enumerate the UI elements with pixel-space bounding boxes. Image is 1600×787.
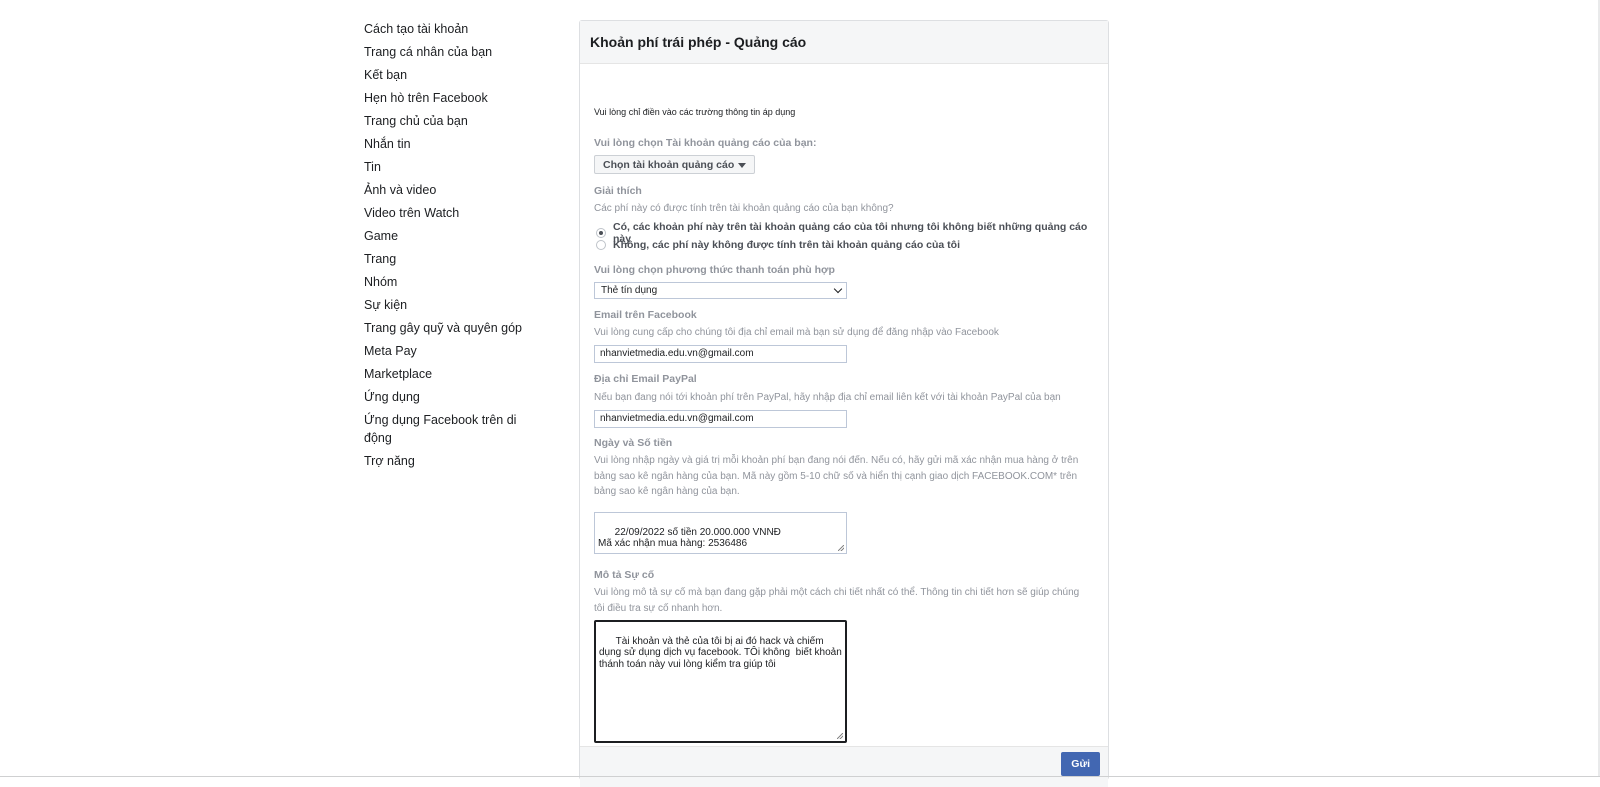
explain-question: Các phí này có được tính trên tài khoản … bbox=[594, 203, 894, 214]
resize-handle-icon[interactable] bbox=[838, 545, 844, 551]
report-form-card: Khoản phí trái phép - Quảng cáo Vui lòng… bbox=[579, 20, 1109, 787]
form-title: Khoản phí trái phép - Quảng cáo bbox=[580, 21, 1108, 64]
sidebar-item-gaming[interactable]: Game bbox=[364, 225, 534, 248]
payment-label: Vui lòng chọn phương thức thanh toán phù… bbox=[594, 264, 835, 276]
ad-account-select-button[interactable]: Chọn tài khoản quảng cáo bbox=[594, 155, 756, 174]
sidebar-item-profile[interactable]: Trang cá nhân của bạn bbox=[364, 41, 534, 64]
fb-email-desc: Vui lòng cung cấp cho chúng tôi địa chỉ … bbox=[594, 327, 999, 338]
sidebar-item-apps[interactable]: Ứng dụng bbox=[364, 386, 534, 409]
sidebar-item-marketplace[interactable]: Marketplace bbox=[364, 363, 534, 386]
caret-down-icon bbox=[738, 162, 747, 168]
payment-method-select[interactable]: Thẻ tín dụng bbox=[594, 282, 847, 299]
date-amount-textarea[interactable]: 22/09/2022 số tiền 20.000.000 VNNĐ Mã xá… bbox=[594, 512, 847, 554]
form-intro: Vui lòng chỉ điền vào các trường thông t… bbox=[594, 107, 796, 117]
incident-label: Mô tả Sự cố bbox=[594, 569, 655, 581]
paypal-email-label: Địa chỉ Email PayPal bbox=[594, 373, 697, 385]
form-footer: Gửi bbox=[580, 746, 1108, 787]
sidebar-item-pages[interactable]: Trang bbox=[364, 248, 534, 271]
explain-option-no[interactable]: Không, các phí này không được tính trên … bbox=[596, 239, 960, 251]
ad-account-label: Vui lòng chọn Tài khoản quảng cáo của bạ… bbox=[594, 137, 817, 149]
explain-label: Giải thích bbox=[594, 185, 642, 197]
sidebar-item-dating[interactable]: Hẹn hò trên Facebook bbox=[364, 87, 534, 110]
sidebar-item-mobile-apps[interactable]: Ứng dụng Facebook trên di động bbox=[364, 409, 534, 450]
fb-email-input[interactable]: nhanvietmedia.edu.vn@gmail.com bbox=[594, 345, 847, 363]
sidebar-item-groups[interactable]: Nhóm bbox=[364, 271, 534, 294]
sidebar-item-fundraisers[interactable]: Trang gây quỹ và quyên góp bbox=[364, 317, 534, 340]
incident-text: Tài khoản và thẻ của tôi bị ai đó hack v… bbox=[599, 635, 845, 670]
sidebar-item-home[interactable]: Trang chủ của bạn bbox=[364, 110, 534, 133]
date-amount-desc: Vui lòng nhập ngày và giá trị mỗi khoản … bbox=[594, 455, 1079, 497]
sidebar-item-meta-pay[interactable]: Meta Pay bbox=[364, 340, 534, 363]
sidebar-item-friends[interactable]: Kết bạn bbox=[364, 64, 534, 87]
fb-email-label: Email trên Facebook bbox=[594, 309, 697, 321]
submit-button[interactable]: Gửi bbox=[1061, 752, 1100, 776]
chevron-down-icon bbox=[833, 284, 843, 294]
radio-yes[interactable] bbox=[596, 228, 606, 238]
incident-desc: Vui lòng mô tả sự cố mà bạn đang gặp phả… bbox=[594, 587, 1080, 614]
radio-no[interactable] bbox=[596, 240, 606, 250]
resize-handle-icon[interactable] bbox=[837, 733, 843, 739]
sidebar-item-create-account[interactable]: Cách tạo tài khoản bbox=[364, 18, 534, 41]
date-amount-label: Ngày và Số tiền bbox=[594, 437, 673, 449]
ad-account-select-label: Chọn tài khoản quảng cáo bbox=[603, 159, 735, 171]
sidebar-item-messaging[interactable]: Nhắn tin bbox=[364, 133, 534, 156]
date-amount-text: 22/09/2022 số tiền 20.000.000 VNNĐ Mã xá… bbox=[598, 526, 781, 550]
sidebar-item-watch[interactable]: Video trên Watch bbox=[364, 202, 534, 225]
help-sidebar: Cách tạo tài khoản Trang cá nhân của bạn… bbox=[364, 18, 534, 473]
paypal-email-input[interactable]: nhanvietmedia.edu.vn@gmail.com bbox=[594, 410, 847, 428]
paypal-email-desc: Nếu bạn đang nói tới khoản phí trên PayP… bbox=[594, 392, 1061, 403]
sidebar-item-stories[interactable]: Tin bbox=[364, 156, 534, 179]
option-no-label: Không, các phí này không được tính trên … bbox=[613, 239, 961, 251]
sidebar-item-photos-videos[interactable]: Ảnh và video bbox=[364, 179, 534, 202]
payment-method-value: Thẻ tín dụng bbox=[601, 285, 658, 296]
incident-textarea[interactable]: Tài khoản và thẻ của tôi bị ai đó hack v… bbox=[594, 620, 847, 743]
sidebar-item-events[interactable]: Sự kiện bbox=[364, 294, 534, 317]
sidebar-item-accessibility[interactable]: Trợ năng bbox=[364, 450, 534, 473]
